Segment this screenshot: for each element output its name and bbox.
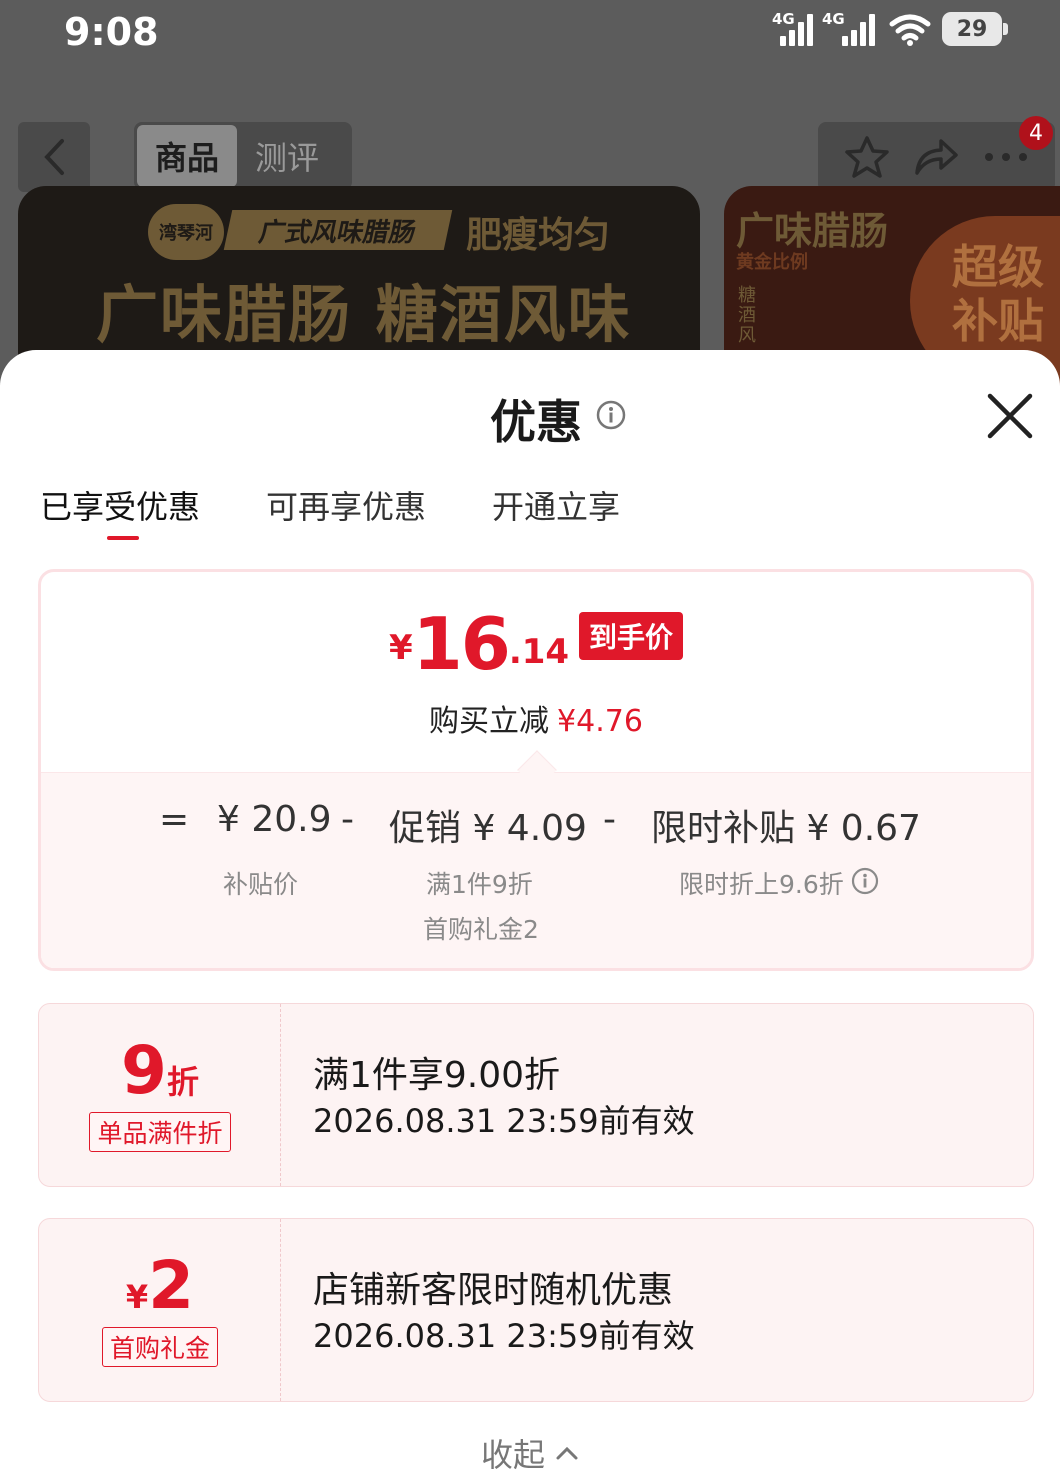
close-icon[interactable] [982,388,1038,444]
sheet-title: 优惠 [490,395,582,449]
sheet-header: 优惠 [0,386,1060,449]
tab-activate[interactable]: 开通立享 [492,482,620,542]
minus-sign: - [341,799,354,840]
reduction-value: ¥4.76 [557,704,643,739]
collapse-button[interactable]: 收起 [0,1430,1060,1473]
battery-icon: 29 [942,12,1008,46]
discount-sheet: 优惠 已享受优惠 可再享优惠 开通立享 ¥ 16 .14 到手价 购买立减 ¥4.… [0,350,1060,1473]
minus-sign: - [603,799,616,840]
coupon-expiry: 2026.08.31 23:59前有效 [313,1317,695,1355]
tab-review[interactable]: 测评 [237,125,337,187]
coupon-type-label: 首购礼金 [101,1327,218,1367]
price-integer: 16 [412,602,511,686]
discount-tabs: 已享受优惠 可再享优惠 开通立享 [40,482,620,542]
subsidy-value: 限时补贴 ¥ 0.67 [651,808,921,849]
coupon-unit: 折 [166,1063,199,1101]
promo-detail-2: 首购礼金2 [423,915,539,944]
star-icon[interactable] [844,135,890,179]
status-bar: 9:08 4G 4G 29 [0,0,1060,70]
price-decimal: .14 [508,632,570,672]
collapse-label: 收起 [480,1436,545,1473]
currency-symbol: ¥ [388,628,413,668]
coupon-value: ¥2 [39,1253,281,1319]
signal-icon: 4G [822,10,878,46]
coupon-card[interactable]: ¥2 首购礼金 店铺新客限时随机优惠 2026.08.31 23:59前有效 [38,1218,1034,1402]
coupon-title: 店铺新客限时随机优惠 [313,1270,674,1311]
final-price: ¥ 16 .14 到手价 [41,600,1031,680]
price-breakdown: = ¥ 20.9 - 促销 ¥ 4.09 - 限时补贴 ¥ 0.67 补贴价 满… [41,772,1031,968]
coupon-value-section: 9折 单品满件折 [39,1004,281,1186]
reduction-label: 购买立减 [429,704,550,739]
coupon-value-section: ¥2 首购礼金 [39,1219,281,1401]
coupon-amount: 2 [148,1247,195,1324]
back-button[interactable] [18,122,90,192]
side-subtitle: 黄金比例 [736,252,808,273]
brand-logo: 湾琴河 [148,204,224,260]
coupon-amount: 9 [121,1032,167,1109]
background-page: 9:08 4G 4G 29 商品 测评 4 湾琴河 广式风味腊肠 肥瘦均匀 广味… [0,0,1060,400]
tab-more-available[interactable]: 可再享优惠 [266,482,426,542]
base-price-label: 补贴价 [223,870,299,899]
chevron-left-icon [44,139,64,175]
coupon-expiry: 2026.08.31 23:59前有效 [313,1102,695,1140]
info-icon[interactable] [851,867,879,895]
coupon-value: 9折 [39,1038,281,1104]
side-vertical-text: 糖酒风 [738,285,756,346]
nav-tabs: 商品 测评 [134,122,352,190]
subsidy-detail: 限时折上9.6折 [679,870,844,899]
status-time: 9:08 [64,10,159,54]
status-icons: 4G 4G 29 [772,10,1008,46]
side-title: 广味腊肠 [736,209,889,253]
side-badge-text: 超级补贴 [952,240,1044,348]
price-tag-badge: 到手价 [579,612,684,660]
wifi-icon [889,14,931,46]
equals-sign: = [159,799,190,840]
chevron-up-icon [556,1446,578,1460]
tab-product[interactable]: 商品 [137,125,237,187]
info-icon[interactable] [596,400,626,430]
banner-subtitle: 肥瘦均匀 [466,215,611,256]
promo-value: 促销 ¥ 4.09 [389,808,587,849]
reduction-row: 购买立减 ¥4.76 [41,696,1031,740]
signal-icon: 4G [772,10,816,46]
more-icon[interactable] [983,151,1029,163]
tab-enjoyed[interactable]: 已享受优惠 [40,482,200,542]
base-price-value: ¥ 20.9 [217,799,332,840]
banner-tag: 广式风味腊肠 [223,210,453,250]
coupon-currency: ¥ [125,1278,149,1316]
coupon-type-label: 单品满件折 [89,1112,231,1152]
share-icon[interactable] [913,137,959,177]
price-summary-card: ¥ 16 .14 到手价 购买立减 ¥4.76 = ¥ 20.9 - 促销 ¥ 4… [38,569,1034,971]
banner-title: 广味腊肠 糖酒风味 [96,278,632,351]
promo-detail-1: 满1件9折 [426,870,533,899]
active-tab-indicator [107,536,139,540]
nav-actions: 4 [818,116,1055,192]
notification-badge: 4 [1019,116,1053,150]
coupon-title: 满1件享9.00折 [313,1055,561,1096]
coupon-card[interactable]: 9折 单品满件折 满1件享9.00折 2026.08.31 23:59前有效 [38,1003,1034,1187]
